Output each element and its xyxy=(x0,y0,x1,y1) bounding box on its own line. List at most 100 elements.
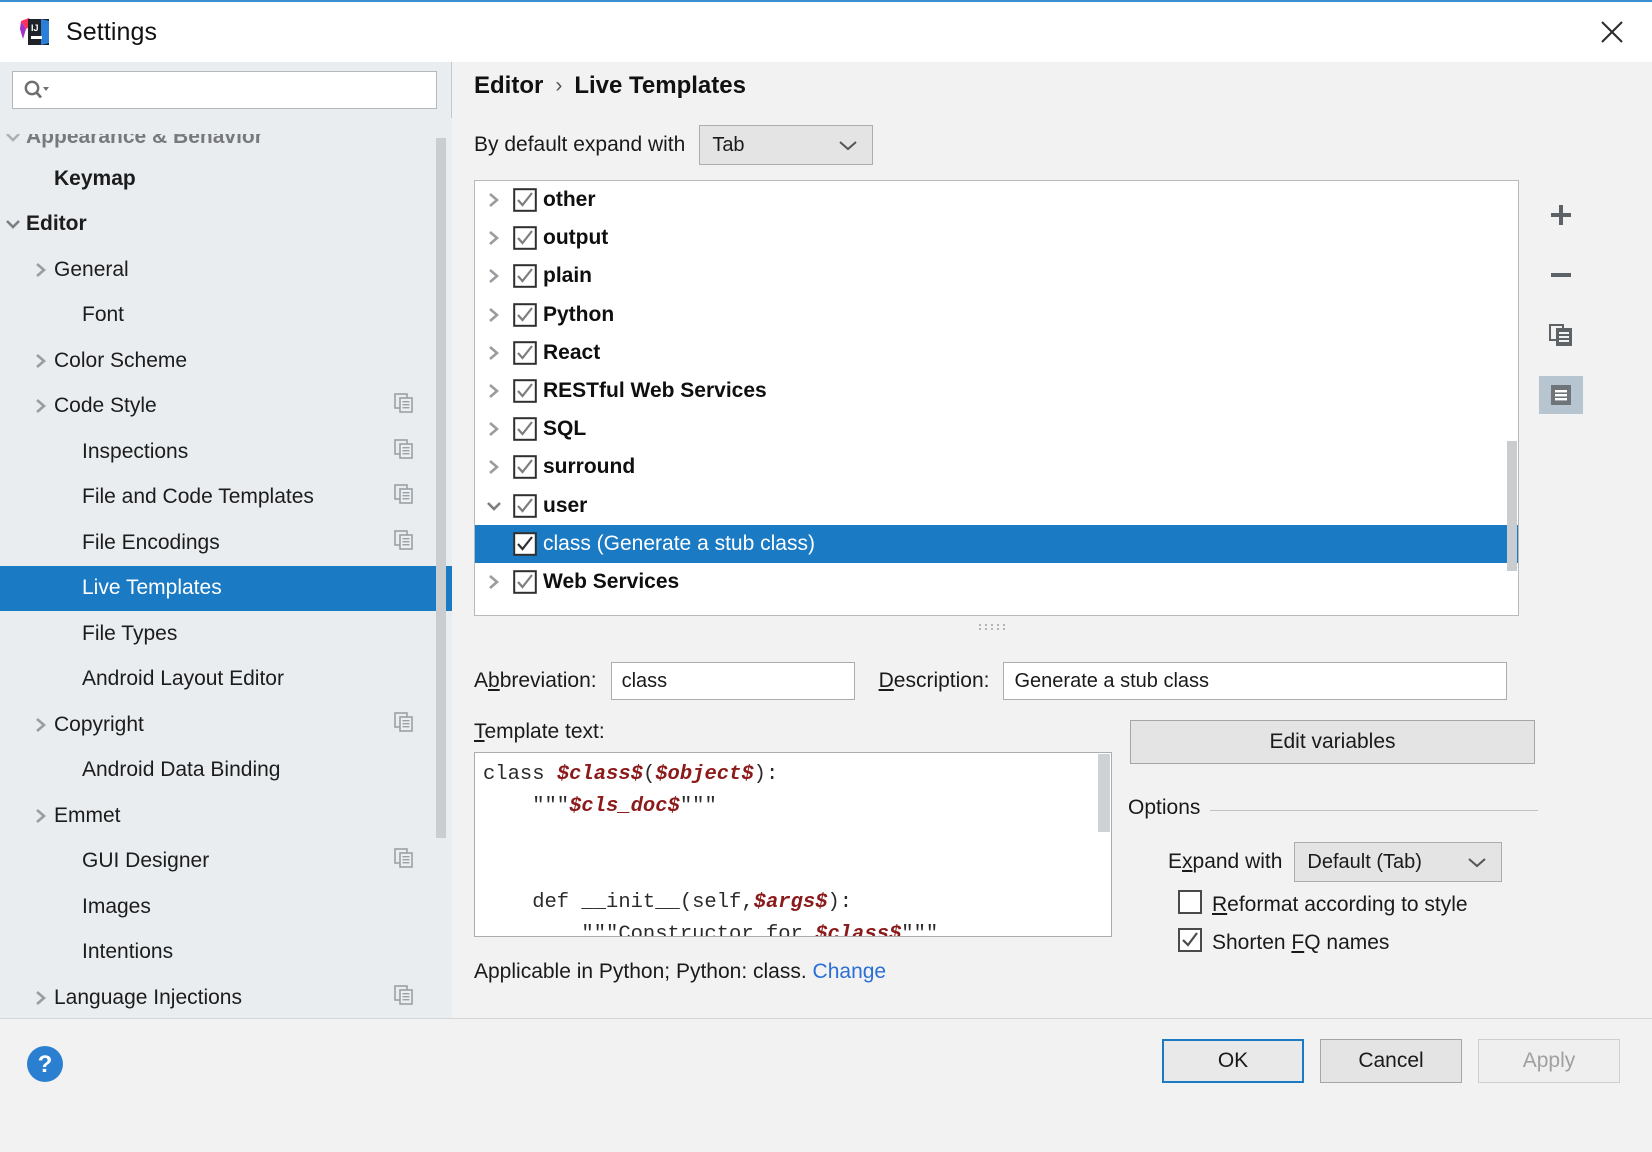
template-group-row[interactable]: Web Services xyxy=(475,563,1518,601)
chevron-right-icon[interactable] xyxy=(28,716,54,734)
template-checkbox[interactable] xyxy=(513,264,537,288)
template-group-row[interactable]: user xyxy=(475,487,1518,525)
template-group-tree[interactable]: otheroutputplainPythonReactRESTful Web S… xyxy=(474,180,1519,616)
template-checkbox[interactable] xyxy=(513,417,537,441)
copy-settings-icon[interactable] xyxy=(394,848,414,874)
abbreviation-mnemonic: b xyxy=(488,669,500,692)
template-checkbox[interactable] xyxy=(513,455,537,479)
chevron-right-icon[interactable] xyxy=(28,397,54,415)
svg-text:IJ: IJ xyxy=(31,23,39,33)
template-group-row[interactable]: output xyxy=(475,219,1518,257)
chevron-right-icon[interactable] xyxy=(28,807,54,825)
duplicate-template-button[interactable] xyxy=(1539,316,1583,354)
sidebar-item-inspections[interactable]: Inspections xyxy=(0,429,452,475)
sidebar-item-file-and-code-templates[interactable]: File and Code Templates xyxy=(0,475,452,521)
copy-settings-icon[interactable] xyxy=(394,439,414,465)
abbreviation-row: Abbreviation: Description: xyxy=(474,662,1507,700)
sidebar-item-android-data-binding[interactable]: Android Data Binding xyxy=(0,748,452,794)
sidebar-item-live-templates[interactable]: Live Templates xyxy=(0,566,452,612)
template-group-row[interactable]: RESTful Web Services xyxy=(475,372,1518,410)
remove-template-button[interactable] xyxy=(1539,256,1583,294)
template-group-row[interactable]: plain xyxy=(475,257,1518,295)
chevron-right-icon[interactable] xyxy=(475,573,513,591)
template-text-scrollbar-thumb[interactable] xyxy=(1098,754,1110,832)
chevron-right-icon[interactable] xyxy=(28,989,54,1007)
sidebar-item-file-types[interactable]: File Types xyxy=(0,611,452,657)
cancel-button[interactable]: Cancel xyxy=(1320,1039,1462,1083)
settings-category-tree[interactable]: Appearance & BehaviorKeymapEditorGeneral… xyxy=(0,118,452,1018)
title-bar: IJ Settings xyxy=(0,0,1652,62)
search-box[interactable] xyxy=(12,71,437,109)
sidebar-item-images[interactable]: Images xyxy=(0,884,452,930)
chevron-right-icon[interactable] xyxy=(28,352,54,370)
template-checkbox[interactable] xyxy=(513,341,537,365)
template-checkbox[interactable] xyxy=(513,379,537,403)
breadcrumb-root[interactable]: Editor xyxy=(474,72,543,100)
shorten-checkbox-row[interactable]: Shorten FQ names xyxy=(1178,928,1389,958)
chevron-down-icon[interactable] xyxy=(475,498,513,514)
template-group-row[interactable]: SQL xyxy=(475,410,1518,448)
close-icon[interactable] xyxy=(1590,12,1634,52)
copy-settings-icon[interactable] xyxy=(394,393,414,419)
change-context-link[interactable]: Change xyxy=(813,960,887,983)
ok-button[interactable]: OK xyxy=(1162,1039,1304,1083)
chevron-right-icon[interactable] xyxy=(28,261,54,279)
sidebar-item-android-layout-editor[interactable]: Android Layout Editor xyxy=(0,657,452,703)
edit-variables-button[interactable]: Edit variables xyxy=(1130,720,1535,764)
copy-settings-icon[interactable] xyxy=(394,712,414,738)
template-group-row[interactable]: React xyxy=(475,334,1518,372)
help-icon[interactable]: ? xyxy=(24,1043,66,1085)
panel-splitter[interactable] xyxy=(452,622,1542,632)
sidebar-scrollbar-thumb[interactable] xyxy=(436,138,446,838)
template-checkbox[interactable] xyxy=(513,303,537,327)
reformat-checkbox-row[interactable]: Reformat according to style xyxy=(1178,890,1468,920)
template-checkbox[interactable] xyxy=(513,494,537,518)
sidebar-item-general[interactable]: General xyxy=(0,247,452,293)
template-group-row[interactable]: surround xyxy=(475,448,1518,486)
chevron-right-icon[interactable] xyxy=(475,344,513,362)
copy-settings-icon[interactable] xyxy=(394,530,414,556)
description-input[interactable] xyxy=(1012,663,1498,699)
chevron-down-icon[interactable] xyxy=(0,216,26,232)
chevron-right-icon[interactable] xyxy=(475,267,513,285)
template-tree-item[interactable]: class (Generate a stub class) xyxy=(475,525,1518,563)
template-text-editor[interactable]: class $class$($object$): """$cls_doc$"""… xyxy=(474,752,1112,937)
restore-defaults-button[interactable] xyxy=(1539,376,1583,414)
template-checkbox[interactable] xyxy=(513,188,537,212)
abbreviation-input[interactable] xyxy=(620,663,846,699)
sidebar-item-label: File Encodings xyxy=(82,531,220,555)
chevron-right-icon[interactable] xyxy=(475,420,513,438)
template-tree-scrollbar-thumb[interactable] xyxy=(1507,441,1517,571)
sidebar-item-color-scheme[interactable]: Color Scheme xyxy=(0,338,452,384)
template-group-row[interactable]: Python xyxy=(475,296,1518,334)
sidebar-item-emmet[interactable]: Emmet xyxy=(0,793,452,839)
sidebar-item-copyright[interactable]: Copyright xyxy=(0,702,452,748)
expand-with-select[interactable]: Default (Tab) xyxy=(1294,842,1502,882)
sidebar-item-language-injections[interactable]: Language Injections xyxy=(0,975,452,1018)
copy-settings-icon[interactable] xyxy=(394,484,414,510)
sidebar-item-keymap[interactable]: Keymap xyxy=(0,156,452,202)
sidebar-item-gui-designer[interactable]: GUI Designer xyxy=(0,839,452,885)
template-checkbox[interactable] xyxy=(513,570,537,594)
chevron-right-icon[interactable] xyxy=(475,306,513,324)
sidebar-item-editor[interactable]: Editor xyxy=(0,202,452,248)
chevron-right-icon[interactable] xyxy=(475,382,513,400)
sidebar-item-code-style[interactable]: Code Style xyxy=(0,384,452,430)
copy-settings-icon[interactable] xyxy=(394,985,414,1011)
reformat-checkbox[interactable] xyxy=(1178,890,1202,920)
template-group-row[interactable]: other xyxy=(475,181,1518,219)
sidebar-item-font[interactable]: Font xyxy=(0,293,452,339)
template-checkbox[interactable] xyxy=(513,226,537,250)
abbreviation-field[interactable] xyxy=(611,662,855,700)
add-template-button[interactable] xyxy=(1539,196,1583,234)
default-expand-select[interactable]: Tab xyxy=(699,125,873,165)
search-input[interactable] xyxy=(49,72,436,108)
sidebar-item-intentions[interactable]: Intentions xyxy=(0,930,452,976)
shorten-checkbox[interactable] xyxy=(1178,928,1202,958)
description-field[interactable] xyxy=(1003,662,1507,700)
template-checkbox[interactable] xyxy=(513,532,537,556)
sidebar-item-file-encodings[interactable]: File Encodings xyxy=(0,520,452,566)
chevron-right-icon[interactable] xyxy=(475,191,513,209)
chevron-right-icon[interactable] xyxy=(475,229,513,247)
chevron-right-icon[interactable] xyxy=(475,458,513,476)
